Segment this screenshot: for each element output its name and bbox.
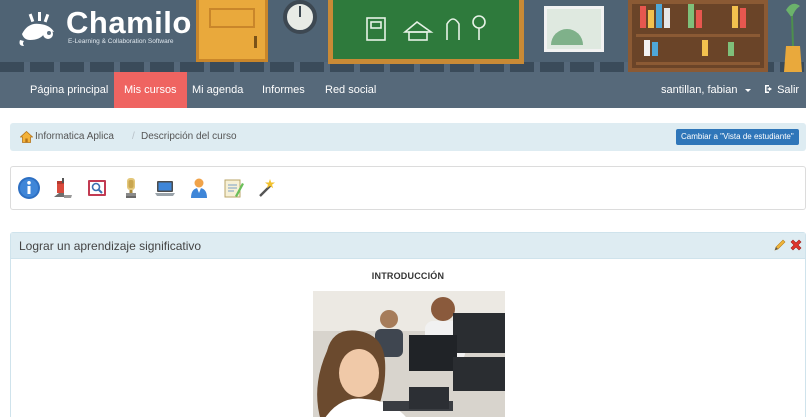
- edit-icon[interactable]: [773, 238, 787, 252]
- section-heading: INTRODUCCIÓN: [371, 271, 445, 281]
- chamilo-chameleon-icon: [18, 12, 62, 48]
- wall-picture-illustration: [544, 6, 604, 52]
- chamilo-logo[interactable]: Chamilo E-Learning & Collaboration Softw…: [18, 5, 192, 52]
- logout-icon: [765, 85, 772, 93]
- bookshelf-illustration: [628, 0, 768, 72]
- classroom-photo: [313, 291, 505, 417]
- header-banner: Chamilo E-Learning & Collaboration Softw…: [0, 0, 806, 72]
- description-toolbar: [10, 166, 806, 210]
- chalk-doodle-icon: [366, 15, 486, 41]
- logout-label: Salir: [777, 84, 800, 96]
- notepad-icon[interactable]: [221, 176, 245, 200]
- main-navbar: Página principal Mis cursos Mi agenda In…: [0, 72, 806, 108]
- laptop-icon[interactable]: [153, 176, 177, 200]
- description-panel: Lograr un aprendizaje significativo INTR…: [10, 232, 806, 417]
- banner-door-illustration: [196, 0, 268, 62]
- user-name: santillan, fabian: [661, 84, 738, 96]
- chalkboard-illustration: [328, 0, 524, 64]
- panel-header: Lograr un aprendizaje significativo: [11, 233, 805, 259]
- nav-reports[interactable]: Informes: [252, 72, 315, 108]
- nav-agenda[interactable]: Mi agenda: [182, 72, 253, 108]
- delete-icon[interactable]: [789, 238, 803, 252]
- breadcrumb-separator: /: [132, 131, 135, 142]
- trophy-icon[interactable]: [119, 176, 143, 200]
- chevron-down-icon: [744, 88, 751, 92]
- nav-my-courses[interactable]: Mis cursos: [114, 72, 187, 108]
- home-icon[interactable]: [20, 131, 33, 143]
- panel-title: Lograr un aprendizaje significativo: [19, 239, 202, 253]
- nav-home[interactable]: Página principal: [20, 72, 118, 108]
- prerequisites-icon[interactable]: [51, 176, 75, 200]
- logo-name: Chamilo: [66, 5, 192, 40]
- nav-social[interactable]: Red social: [315, 72, 386, 108]
- breadcrumb-current: Descripción del curso: [141, 131, 237, 142]
- magic-wand-icon[interactable]: [255, 176, 279, 200]
- switch-student-view-button[interactable]: Cambiar a "Vista de estudiante": [676, 129, 799, 145]
- clock-icon: [283, 0, 317, 34]
- logo-tagline: E-Learning & Collaboration Software: [68, 38, 174, 45]
- info-icon[interactable]: [17, 176, 41, 200]
- user-menu[interactable]: santillan, fabian: [651, 72, 761, 108]
- plant-illustration: [778, 0, 806, 72]
- breadcrumb-course-link[interactable]: Informatica Aplica: [35, 131, 114, 142]
- logout-link[interactable]: Salir: [754, 72, 806, 108]
- breadcrumb: Informatica Aplica / Descripción del cur…: [10, 123, 806, 151]
- book-icon[interactable]: [85, 176, 109, 200]
- person-icon[interactable]: [187, 176, 211, 200]
